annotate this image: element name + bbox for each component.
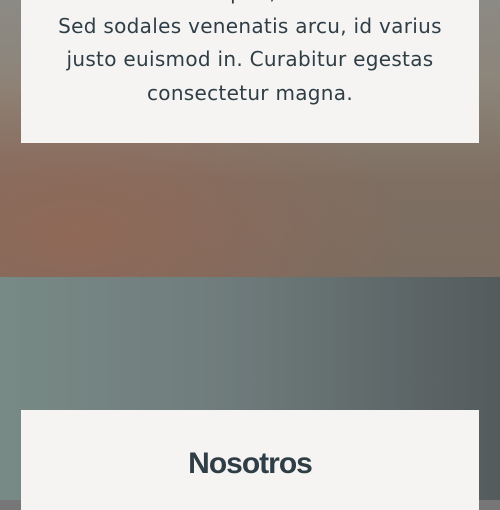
about-card: Nosotros [21,410,479,510]
hero-background-section: Aliquet, ... Sed sodales venenatis arcu,… [0,0,500,277]
intro-text-card: Aliquet, ... Sed sodales venenatis arcu,… [21,0,479,143]
intro-paragraph: Aliquet, ... Sed sodales venenatis arcu,… [31,0,469,110]
intro-line-1: Sed sodales venenatis arcu, id varius [58,13,442,38]
intro-line-3: consectetur magna. [147,80,353,105]
intro-line-partial: Aliquet, ... [31,0,469,10]
intro-line-2: justo euismod in. Curabitur egestas [66,47,434,71]
about-heading: Nosotros [188,447,313,480]
